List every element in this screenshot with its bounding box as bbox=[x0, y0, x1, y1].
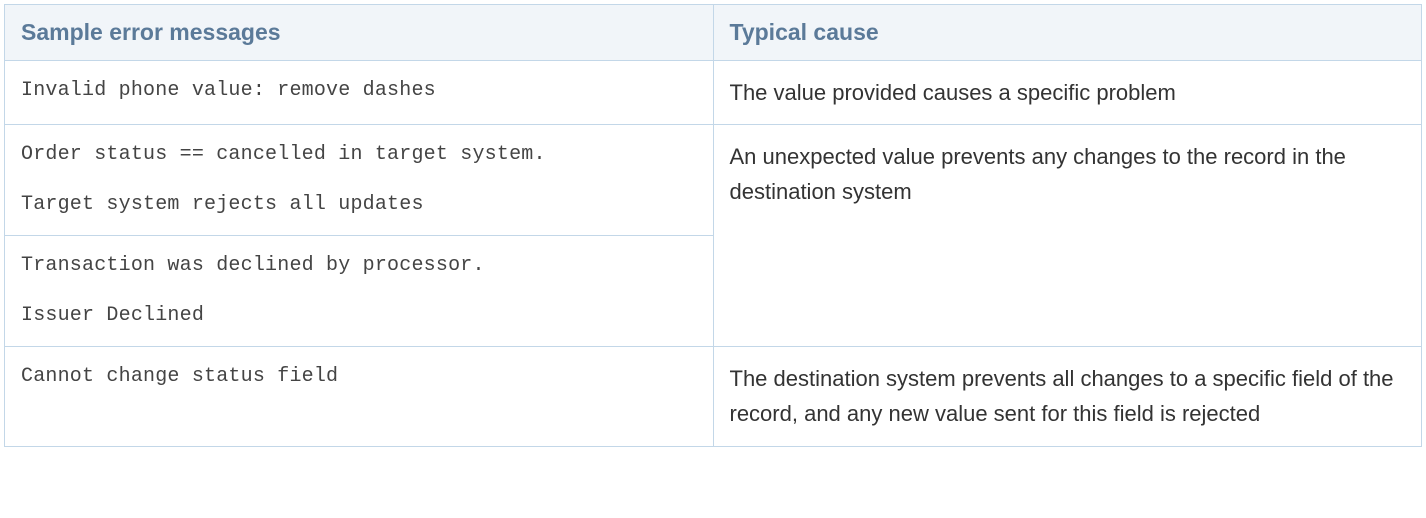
cause-cell: An unexpected value prevents any changes… bbox=[713, 125, 1422, 347]
table-row: Cannot change status field The destinati… bbox=[5, 347, 1422, 446]
cause-cell: The destination system prevents all chan… bbox=[713, 347, 1422, 446]
error-text-line2: Target system rejects all updates bbox=[21, 189, 697, 221]
error-cell: Transaction was declined by processor. I… bbox=[5, 236, 714, 347]
cause-cell: The value provided causes a specific pro… bbox=[713, 61, 1422, 125]
table-header-row: Sample error messages Typical cause bbox=[5, 5, 1422, 61]
error-text: Invalid phone value: remove dashes bbox=[21, 79, 436, 102]
table-row: Invalid phone value: remove dashes The v… bbox=[5, 61, 1422, 125]
table-row: Order status == cancelled in target syst… bbox=[5, 125, 1422, 236]
error-cell: Cannot change status field bbox=[5, 347, 714, 446]
error-text: Transaction was declined by processor. bbox=[21, 254, 485, 277]
error-text: Cannot change status field bbox=[21, 365, 338, 388]
error-text: Order status == cancelled in target syst… bbox=[21, 143, 546, 166]
header-typical-cause: Typical cause bbox=[713, 5, 1422, 61]
error-text-line2: Issuer Declined bbox=[21, 300, 697, 332]
error-cell: Order status == cancelled in target syst… bbox=[5, 125, 714, 236]
header-error-messages: Sample error messages bbox=[5, 5, 714, 61]
error-table: Sample error messages Typical cause Inva… bbox=[4, 4, 1422, 447]
error-cell: Invalid phone value: remove dashes bbox=[5, 61, 714, 125]
